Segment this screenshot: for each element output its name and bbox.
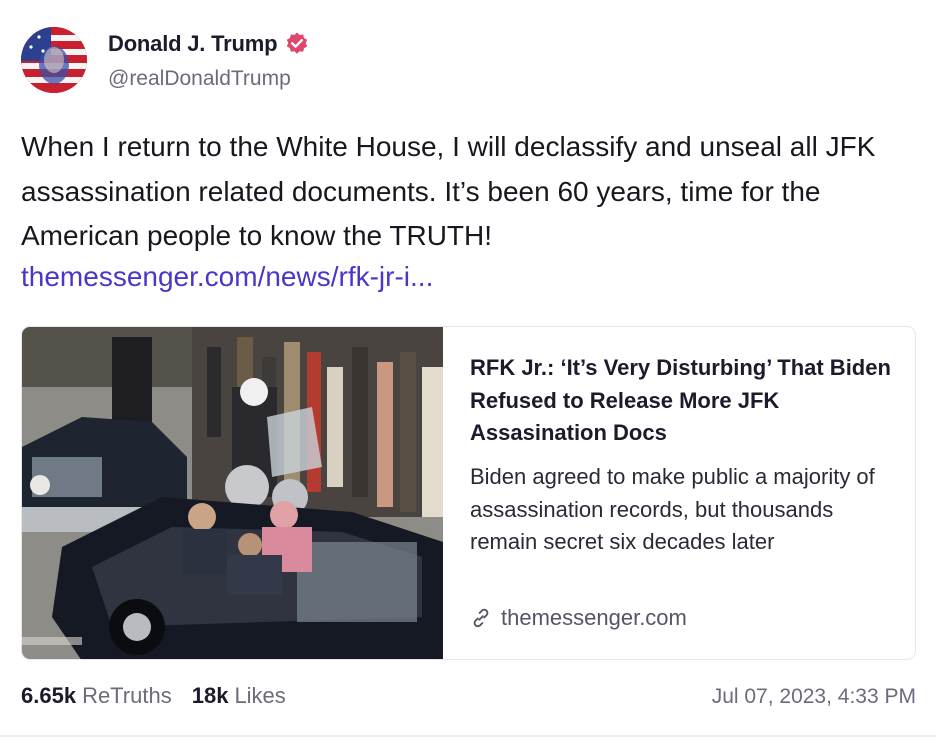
divider [0, 735, 936, 737]
card-domain: themessenger.com [470, 605, 687, 631]
retruths-label: ReTruths [82, 683, 172, 708]
avatar[interactable] [21, 27, 87, 93]
display-name[interactable]: Donald J. Trump [108, 31, 310, 57]
likes-stat[interactable]: 18k Likes [192, 683, 286, 709]
post-timestamp[interactable]: Jul 07, 2023, 4:33 PM [712, 685, 916, 709]
link-icon [473, 608, 489, 628]
display-name-text: Donald J. Trump [108, 31, 278, 56]
likes-label: Likes [234, 683, 286, 708]
retruths-count: 6.65k [21, 683, 77, 708]
card-domain-text: themessenger.com [501, 605, 687, 630]
post-stats: 6.65k ReTruths 18k Likes [21, 683, 286, 709]
truth-post: Donald J. Trump @realDonaldTrump When I … [0, 0, 936, 745]
user-handle[interactable]: @realDonaldTrump [108, 67, 291, 91]
link-preview-card[interactable]: RFK Jr.: ‘It’s Very Disturbing’ That Bid… [21, 326, 916, 660]
card-image [22, 327, 443, 659]
post-link[interactable]: themessenger.com/news/rfk-jr-i... [21, 255, 433, 300]
retruths-stat[interactable]: 6.65k ReTruths [21, 683, 172, 709]
card-description: Biden agreed to make public a majority o… [470, 464, 875, 554]
likes-count: 18k [191, 683, 229, 708]
post-text: When I return to the White House, I will… [21, 131, 876, 251]
card-title: RFK Jr.: ‘It’s Very Disturbing’ That Bid… [470, 355, 891, 445]
verified-badge-icon [284, 31, 310, 57]
